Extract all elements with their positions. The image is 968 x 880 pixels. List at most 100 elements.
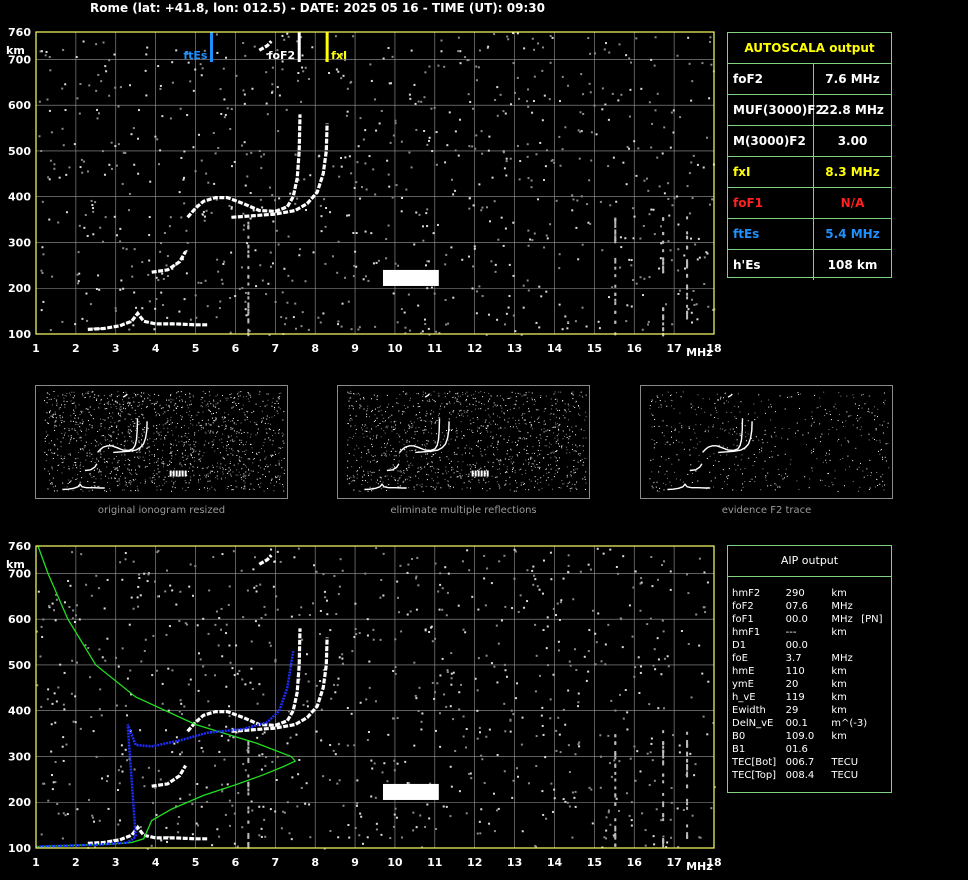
- thumb-dot: [755, 476, 757, 478]
- thumb-dot: [183, 459, 185, 461]
- thumb-dot: [361, 451, 363, 453]
- thumb-dot: [825, 459, 827, 461]
- thumb-dot: [653, 482, 655, 484]
- noise-dot: [329, 830, 332, 833]
- noise-dot: [601, 108, 604, 111]
- noise-dot: [296, 805, 299, 808]
- thumb-dot: [417, 440, 419, 442]
- thumb-dot: [732, 434, 734, 436]
- thumb-dot: [167, 418, 169, 420]
- noise-dot: [98, 288, 101, 291]
- noise-dot: [458, 790, 461, 793]
- thumb-dot: [877, 408, 879, 410]
- noise-streak: [662, 240, 665, 244]
- thumb-dot: [70, 437, 72, 439]
- noise-dot: [641, 812, 644, 815]
- noise-dot: [74, 323, 77, 326]
- thumb-dot: [398, 452, 400, 454]
- thumb-dot: [141, 443, 143, 445]
- thumb-dot: [839, 459, 841, 461]
- thumb-dot: [823, 391, 825, 393]
- noise-dot: [348, 214, 351, 217]
- thumb-dot: [441, 403, 443, 405]
- thumb-dot: [214, 489, 216, 491]
- thumb-dot: [55, 425, 57, 427]
- thumb-dot: [127, 426, 129, 428]
- noise-dot: [486, 567, 489, 570]
- noise-dot: [139, 594, 142, 597]
- thumb-dot: [159, 424, 161, 426]
- thumb-dot: [714, 402, 716, 404]
- thumb-dot: [442, 473, 444, 475]
- noise-dot: [238, 669, 241, 672]
- noise-dot: [121, 578, 124, 581]
- noise-dot: [337, 593, 340, 596]
- thumb-dot: [47, 434, 49, 436]
- noise-dot: [304, 66, 307, 69]
- noise-dot: [251, 687, 254, 690]
- thumb-dot: [557, 438, 559, 440]
- noise-dot: [574, 320, 577, 323]
- noise-dot: [51, 602, 54, 605]
- thumb-dot: [531, 392, 533, 394]
- noise-dot: [337, 323, 340, 326]
- thumb-dot: [225, 425, 227, 427]
- thumb-dot: [78, 437, 80, 439]
- thumb-dot: [400, 448, 402, 450]
- noise-dot: [306, 705, 309, 708]
- noise-dot: [416, 556, 419, 559]
- noise-dot: [137, 172, 140, 175]
- noise-dot: [114, 86, 117, 89]
- noise-dot: [423, 96, 426, 99]
- noise-dot: [560, 599, 563, 602]
- noise-dot: [73, 621, 76, 624]
- thumb-dot: [109, 440, 111, 442]
- noise-dot: [53, 609, 56, 612]
- thumb-dot: [212, 466, 214, 468]
- thumb-dot: [209, 488, 211, 490]
- thumb-dot: [548, 471, 550, 473]
- thumb-dot: [576, 488, 578, 490]
- noise-dot: [431, 681, 434, 684]
- noise-dot: [488, 135, 491, 138]
- thumb-dot: [142, 456, 144, 458]
- thumb-dot: [367, 472, 369, 474]
- thumb-dot: [226, 441, 228, 443]
- thumb-dot: [526, 401, 528, 403]
- noise-dot: [40, 833, 43, 836]
- thumb-dot: [448, 418, 450, 420]
- noise-dot: [609, 823, 612, 826]
- noise-dot: [459, 62, 462, 65]
- thumb-dot: [531, 452, 533, 454]
- noise-dot: [509, 103, 512, 106]
- thumb-dot: [397, 480, 399, 482]
- thumb-dot: [515, 425, 517, 427]
- thumb-dot: [748, 457, 750, 459]
- noise-dot: [474, 677, 477, 680]
- noise-dot: [47, 176, 50, 179]
- thumb-dot: [377, 483, 379, 485]
- thumb-dot: [424, 426, 426, 428]
- thumb-dot: [193, 444, 195, 446]
- thumb-dot: [521, 474, 523, 476]
- thumb-dot: [390, 444, 392, 446]
- thumb-dot: [406, 451, 408, 453]
- thumb-dot: [378, 469, 380, 471]
- thumb-dot: [433, 400, 435, 402]
- noise-dot: [614, 709, 617, 712]
- noise-streak: [614, 274, 617, 278]
- thumb-dot: [514, 472, 516, 474]
- thumb-dot: [492, 437, 494, 439]
- thumb-dot: [454, 453, 456, 455]
- noise-dot: [297, 79, 300, 82]
- thumb-dot: [559, 423, 561, 425]
- thumb-dot: [431, 455, 433, 457]
- thumb-dot: [810, 425, 812, 427]
- noise-dot: [540, 714, 543, 717]
- thumb-dot: [99, 429, 101, 431]
- thumb-dot: [260, 482, 262, 484]
- thumb-dot: [457, 476, 459, 478]
- noise-dot: [391, 55, 394, 58]
- thumb-dot: [106, 439, 108, 441]
- thumb-dot: [46, 412, 48, 414]
